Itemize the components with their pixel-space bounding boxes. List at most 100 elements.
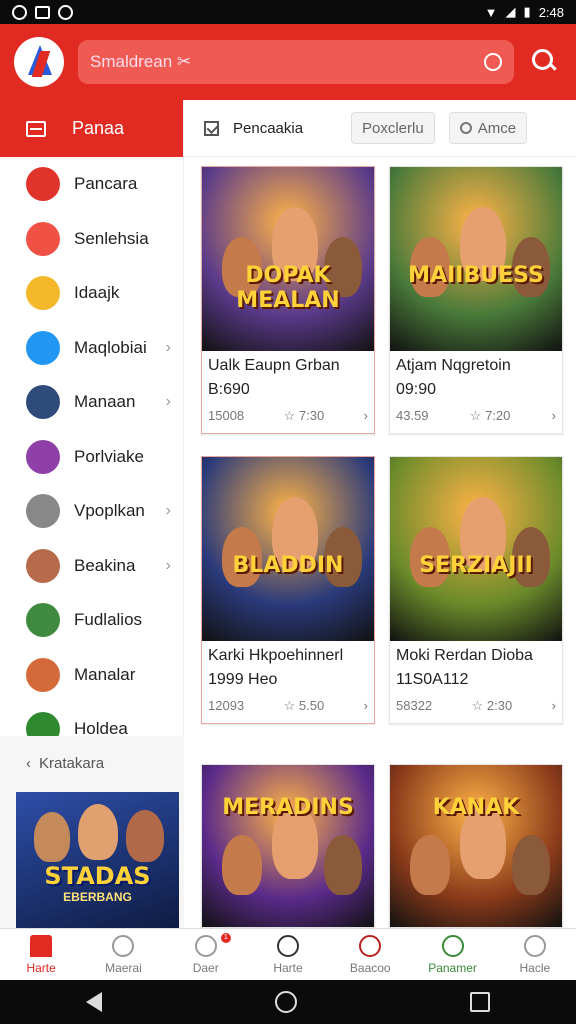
promo-header[interactable]: ‹ Kratakara (0, 736, 184, 790)
game-card[interactable]: MERADINS (201, 764, 375, 928)
game-logo-text: MERADINS (222, 795, 354, 820)
game-thumbnail: DOPAK MEALAN (202, 167, 374, 351)
category-icon (26, 330, 60, 365)
sidebar-item-label: Pancara (74, 174, 138, 194)
game-logo-text: SERZIAJII (419, 553, 533, 578)
sidebar-item[interactable]: Porlviake (0, 430, 183, 485)
nav-item[interactable]: Panamer (411, 929, 493, 980)
nav-label: Hacle (519, 960, 551, 975)
sidebar-item-label: Idaajk (74, 283, 120, 303)
sidebar-item[interactable]: Pancara (0, 157, 183, 212)
recents-icon[interactable] (469, 992, 490, 1012)
filter-bar: Pencaakia Poxclerlu Amce (184, 100, 576, 157)
game-thumbnail: MERADINS (202, 765, 374, 927)
category-icon (26, 494, 60, 529)
game-thumbnail: BLADDIN (202, 457, 374, 641)
category-icon (26, 276, 60, 311)
sidebar-header[interactable]: Panaa (0, 100, 183, 157)
sidebar-item[interactable]: Manalar (0, 648, 183, 703)
promo-section: ‹ Kratakara STADAS EBERBANG (0, 736, 184, 928)
category-icon (26, 603, 60, 638)
card-rating: ☆ 7:30 (284, 408, 325, 424)
search-chip[interactable]: Amce (448, 112, 528, 144)
app-notification-icon (58, 4, 73, 20)
nav-icon (30, 934, 53, 957)
chevron-right-icon: › (551, 698, 556, 713)
status-time: 2:48 (538, 4, 564, 20)
game-logo-text: MAIIBUESS (408, 263, 544, 288)
sidebar-item-label: Maqlobiai (74, 337, 147, 357)
nav-icon (112, 934, 135, 957)
signal-icon: ◢ (505, 4, 516, 19)
mic-icon[interactable] (484, 53, 502, 71)
sidebar-item[interactable]: Fudlalios (0, 593, 183, 648)
nav-item[interactable]: Hacle (494, 929, 576, 980)
game-card[interactable]: MAIIBUESS Atjam Nqgretoin 09:90 43.59 ☆ 7:20… (389, 166, 563, 434)
game-logo-text: KANAK (432, 795, 520, 820)
card-downloads: 58322 (396, 698, 433, 713)
sidebar-title: Panaa (72, 118, 125, 138)
chevron-left-icon: ‹ (26, 754, 31, 772)
card-price: 1999 Heo (208, 671, 278, 688)
game-card[interactable]: DOPAK MEALAN Ualk Eaupn Grban B:690 15008 ☆ … (201, 166, 375, 434)
character-figure (410, 835, 450, 895)
chevron-right-icon: › (363, 698, 368, 713)
app-logo[interactable] (14, 37, 64, 87)
nav-item[interactable]: Baacoo (329, 929, 411, 980)
notification-icon (12, 4, 27, 20)
bottom-nav: Harte Maerai Daer 1 Harte Baacoo Panamer Hacle (0, 928, 576, 980)
select-all-checkbox[interactable] (204, 120, 219, 136)
star-icon: ☆ (283, 698, 299, 713)
search-bar[interactable] (78, 40, 514, 84)
back-icon[interactable] (86, 992, 103, 1012)
card-meta: 12093 ☆ 5.50 › (208, 698, 368, 714)
promo-banner[interactable]: STADAS EBERBANG (16, 792, 179, 928)
system-nav-bar (0, 980, 576, 1024)
search-icon[interactable] (528, 45, 562, 79)
rating-value: 5.50 (298, 698, 325, 713)
nav-label: Harte (26, 960, 56, 975)
game-card[interactable]: BLADDIN Karki Hkpoehinnerl 1999 Heo 12093 ☆ … (201, 456, 375, 724)
game-card[interactable]: SERZIAJII Moki Rerdan Dioba 11S0A112 58322 ☆… (389, 456, 563, 724)
card-meta: 15008 ☆ 7:30 › (208, 408, 368, 424)
card-rating: ☆ 2:30 (472, 698, 513, 714)
search-icon (459, 122, 472, 134)
nav-icon (276, 934, 299, 957)
sidebar-item-label: Fudlalios (74, 610, 143, 630)
nav-item[interactable]: Harte (0, 929, 82, 980)
wifi-icon: ▼ (484, 4, 498, 20)
character-figure (324, 835, 362, 895)
home-icon[interactable] (274, 991, 297, 1013)
game-card[interactable]: KANAK (389, 764, 563, 928)
sidebar-item[interactable]: Senlehsia (0, 212, 183, 267)
filter-chip[interactable]: Poxclerlu (351, 112, 435, 144)
category-icon (26, 657, 60, 692)
card-title: Atjam Nqgretoin (396, 357, 511, 374)
star-icon: ☆ (471, 698, 487, 713)
sidebar-item[interactable]: Manaan › (0, 375, 183, 430)
sidebar-item[interactable]: Vpoplkan › (0, 484, 183, 539)
nav-item[interactable]: Harte (247, 929, 329, 980)
sidebar-item[interactable]: Beakina › (0, 539, 183, 594)
rating-value: 7:30 (298, 408, 325, 423)
notification-badge: 1 (220, 933, 231, 943)
sidebar-item-label: Manalar (74, 664, 136, 684)
nav-item[interactable]: Daer 1 (165, 929, 247, 980)
card-downloads: 12093 (208, 698, 245, 713)
category-icon (26, 548, 60, 583)
card-price: 09:90 (396, 381, 437, 398)
nav-icon (194, 934, 217, 957)
sidebar: Panaa Pancara Senlehsia Idaajk Maqlobiai › Ma… (0, 100, 184, 747)
nav-item[interactable]: Maerai (82, 929, 164, 980)
sidebar-item-label: Beakina (74, 555, 136, 575)
nav-icon (523, 934, 546, 957)
battery-icon: ▮ (523, 4, 531, 19)
category-icon (26, 439, 60, 474)
search-input[interactable] (90, 52, 390, 72)
nav-icon (359, 934, 382, 957)
game-logo-text: DOPAK MEALAN (236, 263, 340, 313)
sidebar-item[interactable]: Idaajk (0, 266, 183, 321)
search-chip-label: Amce (477, 119, 517, 137)
sidebar-item[interactable]: Maqlobiai › (0, 321, 183, 376)
chevron-right-icon: › (165, 502, 171, 520)
